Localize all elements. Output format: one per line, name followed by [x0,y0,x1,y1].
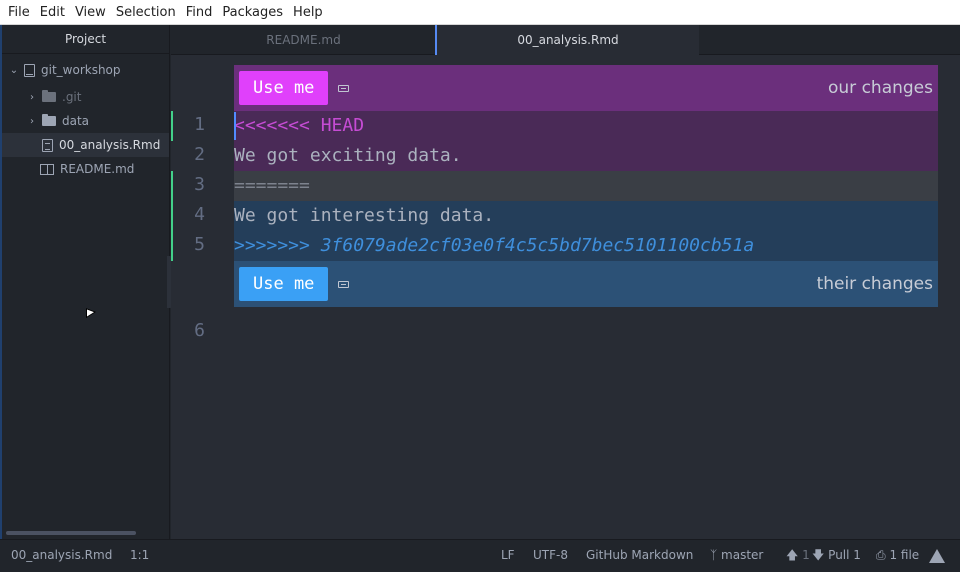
status-file-path[interactable]: 00_analysis.Rmd [11,540,112,571]
book-icon [40,163,54,175]
ours-label: our changes [828,78,933,98]
status-line-ending[interactable]: LF [501,540,515,571]
use-ours-button[interactable]: Use me [239,71,329,105]
menu-help[interactable]: Help [288,0,328,25]
line-number: 3 [194,174,205,195]
use-theirs-button[interactable]: Use me [239,267,329,301]
branch-icon: ᛉ [710,548,718,562]
line-number: 4 [194,204,205,225]
status-encoding[interactable]: UTF-8 [533,540,568,571]
folder-icon [42,90,56,102]
line-number: 1 [194,114,205,135]
tree-item-label: 00_analysis.Rmd [59,138,161,152]
line-number: 2 [194,144,205,165]
status-bar: 00_analysis.Rmd 1:1 LF UTF-8 GitHub Mark… [0,539,960,572]
menu-view[interactable]: View [70,0,111,25]
changed-files-label: 1 file [889,548,920,562]
tree-item-analysis-rmd[interactable]: 00_analysis.Rmd [2,133,169,157]
tree-item-label: README.md [60,162,135,176]
tree-item-label: data [62,114,90,128]
file-text-icon [42,138,53,152]
status-cursor-position[interactable]: 1:1 [130,540,149,571]
chevron-down-icon: ⌄ [9,64,19,76]
project-tree-view: Project ⌄ git_workshop › .git › data 00_… [2,25,170,539]
pull-label: Pull 1 [828,548,861,562]
warning-icon[interactable] [929,549,945,563]
conflict-marker-theirs: >>>>>>> 3f6079ade2cf03e0f4c5c5bd7bec5101… [234,235,755,256]
tree-item-git-folder[interactable]: › .git [2,85,169,109]
tree-item-label: .git [62,90,82,104]
text-editor[interactable]: Use me our changes 1 2 3 4 5 6 <<<<<<< H… [171,55,960,539]
tab-analysis-rmd[interactable]: 00_analysis.Rmd [435,25,699,55]
menu-find[interactable]: Find [181,0,218,25]
ellipsis-icon[interactable] [338,280,350,288]
menu-packages[interactable]: Packages [217,0,288,25]
tree-horizontal-scrollbar[interactable] [6,531,136,535]
chevron-right-icon: › [30,115,34,127]
atom-editor-window: File Edit View Selection Find Packages H… [0,0,960,572]
tree-item-readme[interactable]: README.md [2,157,169,181]
code-line-ours: We got exciting data. [234,145,462,166]
line-number: 5 [194,234,205,255]
folder-icon [42,114,56,126]
tab-readme[interactable]: README.md [171,25,436,55]
status-push[interactable]: 🡅 1 [786,540,810,571]
menu-edit[interactable]: Edit [35,0,70,25]
menu-file[interactable]: File [3,0,35,25]
chevron-right-icon: › [30,91,34,103]
text-cursor [234,112,236,140]
theirs-label: their changes [816,274,933,294]
repo-icon [24,63,35,77]
status-branch[interactable]: ᛉ master [710,540,763,571]
arrow-up-icon: 🡅 [786,548,799,562]
conflict-separator: ======= [234,175,310,196]
arrow-down-icon: 🡇 [812,548,825,562]
tree-view-title[interactable]: Project [2,25,169,54]
conflict-marker-ours: <<<<<<< HEAD [234,115,365,136]
diff-file-icon: ⎙ [876,548,886,562]
tree-root-label: git_workshop [41,63,121,77]
tree-item-data-folder[interactable]: › data [2,109,169,133]
ellipsis-icon[interactable] [338,84,350,92]
branch-name: master [721,548,764,562]
code-line-theirs: We got interesting data. [234,205,495,226]
tree-root-git-workshop[interactable]: ⌄ git_workshop [2,58,169,82]
status-grammar[interactable]: GitHub Markdown [586,540,693,571]
menu-bar: File Edit View Selection Find Packages H… [0,0,960,25]
line-number: 6 [194,320,205,341]
status-changed-files[interactable]: ⎙ 1 file [876,540,919,571]
status-pull[interactable]: 🡇 Pull 1 [812,540,861,571]
ours-conflict-banner: Use me our changes [234,65,938,111]
theirs-conflict-banner: Use me their changes [234,261,938,307]
push-count: 1 [802,548,810,562]
menu-selection[interactable]: Selection [111,0,181,25]
tab-bar: README.md 00_analysis.Rmd [171,25,960,55]
